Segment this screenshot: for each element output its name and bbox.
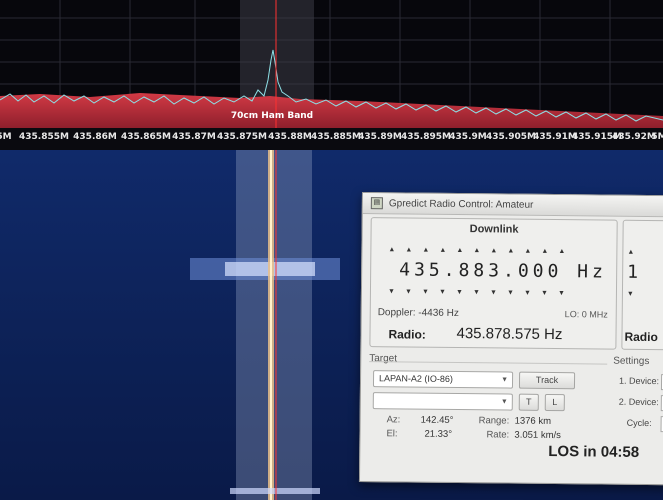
downlink-frame: Downlink ▲ ▲ ▲ ▲ ▲ ▲ ▲ ▲ ▲ ▲ ▲ 435.883.000 Hz ▼ ▼ ▼ ▼… bbox=[369, 217, 618, 350]
settings-frame: 1. Device: 2. Device: Cycle: bbox=[612, 364, 663, 449]
freq-tick: 435.87M bbox=[172, 132, 216, 142]
freq-tick: 5M bbox=[0, 132, 12, 142]
arrow-up-icon[interactable]: ▲ bbox=[536, 248, 553, 255]
freq-tick: 435.89M bbox=[358, 132, 402, 142]
window-title: Gpredict Radio Control: Amateur bbox=[388, 197, 534, 211]
arrow-up-icon[interactable]: ▲ bbox=[553, 248, 570, 255]
frequency-unit: Hz bbox=[577, 261, 608, 283]
arrow-down-icon[interactable]: ▼ bbox=[519, 290, 536, 297]
uplink-frame: ▲ 1 ▼ Radio bbox=[621, 219, 663, 351]
device1-label: 1. Device: bbox=[618, 375, 660, 387]
arrow-up-icon[interactable]: ▲ bbox=[502, 247, 519, 255]
satellite-select[interactable]: LAPAN-A2 (IO-86) ▼ bbox=[372, 370, 514, 389]
arrow-down-icon[interactable]: ▼ bbox=[417, 289, 434, 296]
arrow-down-icon[interactable]: ▼ bbox=[400, 288, 417, 295]
arrow-up-icon[interactable]: ▲ bbox=[400, 246, 417, 253]
arrow-up-icon[interactable]: ▲ bbox=[451, 247, 468, 254]
chevron-down-icon: ▼ bbox=[501, 376, 509, 384]
freq-tick: 5M bbox=[651, 132, 663, 142]
arrow-down-icon[interactable]: ▼ bbox=[383, 288, 400, 295]
arrow-up-icon[interactable]: ▲ bbox=[485, 247, 502, 254]
freq-tick: 435.9M bbox=[449, 132, 487, 142]
freq-tick: 435.88M bbox=[268, 132, 312, 142]
device2-label: 2. Device: bbox=[618, 396, 659, 408]
cycle-label: Cycle: bbox=[626, 417, 652, 429]
doppler-readout: Doppler: -4436 Hz bbox=[377, 307, 459, 320]
uplink-frequency-digit[interactable]: 1 bbox=[627, 262, 638, 283]
secondary-select[interactable]: ▼ bbox=[372, 392, 513, 411]
rate-label: Rate: bbox=[486, 429, 510, 441]
freq-tick: 435.86M bbox=[73, 132, 117, 142]
arrow-up-icon[interactable]: ▲ bbox=[417, 247, 434, 254]
freq-tick: 435.895M bbox=[401, 132, 451, 142]
target-frame: LAPAN-A2 (IO-86) ▼ Track ▼ T L Az: 142.4… bbox=[368, 361, 608, 449]
el-value: 21.33° bbox=[424, 428, 453, 440]
freq-tick: 435.865M bbox=[121, 132, 171, 142]
arrow-down-icon[interactable]: ▼ bbox=[468, 289, 485, 296]
freq-tick: 435.905M bbox=[486, 132, 536, 142]
range-label: Range: bbox=[478, 415, 510, 427]
arrow-up-icon[interactable]: ▲ bbox=[434, 247, 451, 254]
t-button[interactable]: T bbox=[518, 393, 539, 411]
arrow-up-icon[interactable]: ▲ bbox=[468, 247, 485, 254]
l-button[interactable]: L bbox=[544, 393, 565, 412]
freq-tick: 435.91M bbox=[533, 132, 577, 142]
freq-tick: 435.875M bbox=[217, 132, 267, 142]
range-value: 1376 km bbox=[514, 415, 552, 427]
rate-value: 3.051 km/s bbox=[514, 429, 561, 442]
satellite-name: LAPAN-A2 (IO-86) bbox=[378, 373, 453, 384]
arrow-up-icon[interactable]: ▲ bbox=[627, 249, 634, 256]
freq-tick: 435.885M bbox=[311, 132, 361, 142]
radio-frequency: 435.878.575 Hz bbox=[456, 324, 563, 344]
window-titlebar[interactable]: ▤ Gpredict Radio Control: Amateur bbox=[362, 193, 663, 218]
freq-tick: 435.855M bbox=[19, 132, 69, 142]
arrow-down-icon[interactable]: ▼ bbox=[502, 289, 519, 297]
radio-label: Radio: bbox=[388, 327, 426, 342]
arrow-down-icon[interactable]: ▼ bbox=[451, 289, 468, 296]
arrow-down-icon[interactable]: ▼ bbox=[627, 291, 634, 298]
track-button[interactable]: Track bbox=[518, 371, 576, 390]
arrow-up-icon[interactable]: ▲ bbox=[519, 248, 536, 255]
freq-down-arrows[interactable]: ▼ ▼ ▼ ▼ ▼ ▼ ▼ ▼ ▼ ▼ ▼ bbox=[383, 288, 570, 297]
frequency-axis: 5M 435.855M 435.86M 435.865M 435.87M 435… bbox=[0, 128, 663, 150]
freq-tick: 435.92M bbox=[612, 132, 656, 142]
arrow-down-icon[interactable]: ▼ bbox=[434, 289, 451, 296]
lo-readout: LO: 0 MHz bbox=[564, 309, 608, 320]
chevron-down-icon: ▼ bbox=[500, 398, 508, 406]
app-icon: ▤ bbox=[370, 197, 383, 210]
downlink-frequency-display[interactable]: 435.883.000 Hz bbox=[399, 259, 607, 282]
freq-up-arrows[interactable]: ▲ ▲ ▲ ▲ ▲ ▲ ▲ ▲ ▲ ▲ ▲ bbox=[383, 246, 570, 255]
arrow-down-icon[interactable]: ▼ bbox=[536, 290, 553, 297]
arrow-down-icon[interactable]: ▼ bbox=[485, 289, 502, 296]
az-value: 142.45° bbox=[420, 414, 454, 426]
az-label: Az: bbox=[386, 414, 401, 426]
gpredict-radio-control-window: ▤ Gpredict Radio Control: Amateur Downli… bbox=[358, 192, 663, 486]
frequency-digits[interactable]: 435.883.000 bbox=[399, 259, 562, 282]
downlink-title: Downlink bbox=[469, 223, 519, 236]
arrow-down-icon[interactable]: ▼ bbox=[553, 290, 570, 297]
uplink-radio-label: Radio bbox=[624, 329, 658, 345]
el-label: El: bbox=[386, 428, 398, 440]
arrow-up-icon[interactable]: ▲ bbox=[383, 246, 400, 253]
band-label: 70cm Ham Band bbox=[230, 111, 314, 121]
